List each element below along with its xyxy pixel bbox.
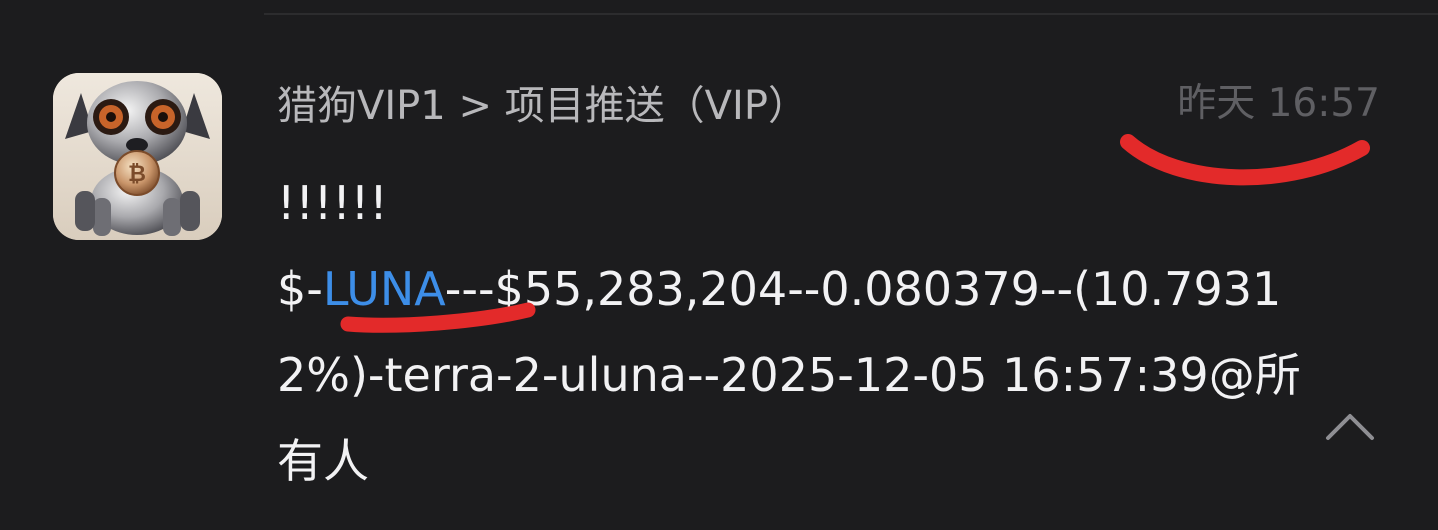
notification-card[interactable]: ₿ 猎狗VIP1 > 项目推送（VIP） 昨天 16:57 !!!!!! $-L… (0, 0, 1438, 530)
chevron-up-icon[interactable] (1320, 404, 1380, 448)
sender-name: 猎狗VIP1 > 项目推送（VIP） (277, 83, 808, 129)
message-prefix: !!!!!! (277, 176, 388, 230)
message-pre-ticker: $- (277, 262, 323, 316)
message-body[interactable]: !!!!!! $-LUNA---$55,283,204--0.080379--(… (277, 160, 1317, 504)
robot-dog-avatar-icon: ₿ (53, 73, 222, 240)
sender-avatar[interactable]: ₿ (53, 73, 222, 240)
svg-text:₿: ₿ (128, 162, 146, 187)
message-content: $-LUNA---$55,283,204--0.080379--(10.7931… (277, 246, 1317, 504)
timestamp: 昨天 16:57 (1177, 81, 1380, 126)
ticker-link[interactable]: LUNA (323, 262, 445, 316)
divider (264, 13, 1438, 15)
